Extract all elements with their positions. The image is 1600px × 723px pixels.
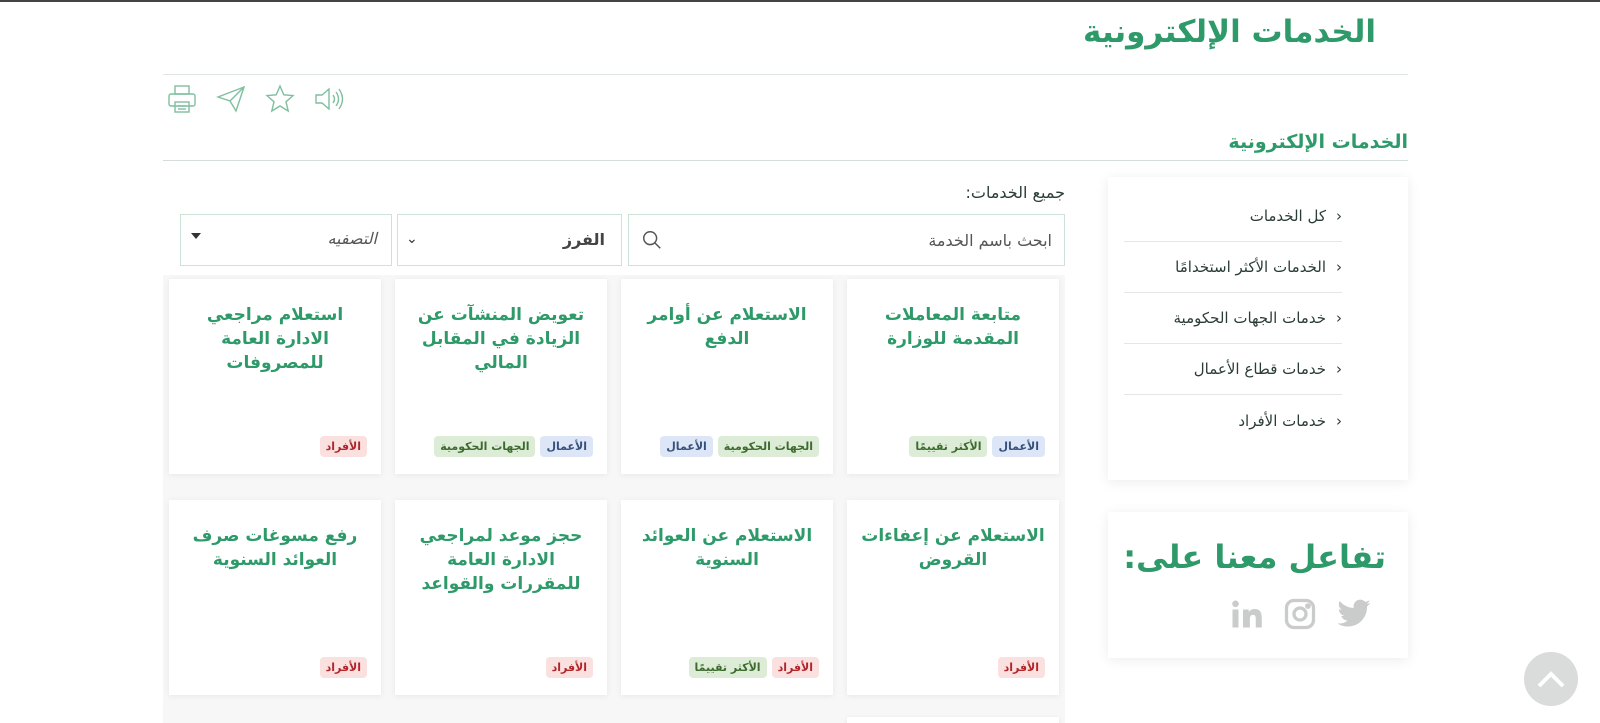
chevron-left-icon: ‹ [1336,258,1342,276]
service-card[interactable]: حجز موعد لمراجعي الادارة العامة للمقررات… [395,500,607,695]
card-tags: الأفراد [545,657,593,678]
sidebar-nav: ‹ كل الخدمات ‹ الخدمات الأكثر استخدامًا … [1108,177,1408,480]
linkedin-icon[interactable] [1228,596,1264,636]
sidebar-item-label: كل الخدمات [1249,207,1326,225]
tag-badge[interactable]: الأكثر تقييمًا [688,657,767,678]
service-card[interactable]: الاستعلام عن العوائد السنوية الأفراد الأ… [621,500,833,695]
tag-badge[interactable]: الأفراد [997,657,1045,678]
sidebar-item-business[interactable]: ‹ خدمات قطاع الأعمال [1124,344,1342,395]
page-tools [166,82,345,116]
card-tags: الأفراد [997,657,1045,678]
tag-badge[interactable]: الأفراد [771,657,819,678]
social-icons [1228,596,1372,636]
tag-badge[interactable]: الأفراد [319,657,367,678]
card-tags: الأفراد [319,436,367,457]
social-box: تفاعل معنا على: [1108,512,1408,658]
tag-badge[interactable]: الأعمال [992,436,1045,457]
search-input[interactable] [672,215,1052,265]
sidebar-item-most-used[interactable]: ‹ الخدمات الأكثر استخدامًا [1124,242,1342,293]
card-tags: الأفراد الأكثر تقييمًا [688,657,819,678]
chevron-down-icon: ⌄ [406,231,418,247]
sidebar-item-label: الخدمات الأكثر استخدامًا [1175,258,1326,276]
tag-badge[interactable]: الأكثر تقييمًا [909,436,988,457]
chevron-left-icon: ‹ [1336,207,1342,225]
sidebar-item-label: خدمات قطاع الأعمال [1193,360,1326,378]
service-card[interactable] [847,717,1059,723]
card-title: رفع مسوغات صرف العوائد السنوية [192,526,358,570]
scroll-to-top-button[interactable] [1524,652,1578,706]
instagram-icon[interactable] [1282,596,1318,636]
filter-select[interactable]: التصفيه [180,214,392,266]
twitter-icon[interactable] [1336,596,1372,636]
tag-badge[interactable]: الجهات الحكومية [717,436,819,457]
chevron-left-icon: ‹ [1336,411,1342,430]
card-tags: الأعمال الجهات الحكومية [434,436,593,457]
all-services-label: جميع الخدمات: [965,183,1065,202]
chevron-up-icon [1537,671,1565,688]
tag-badge[interactable]: الأعمال [540,436,593,457]
card-tags: الأعمال الأكثر تقييمًا [909,436,1045,457]
card-tags: الجهات الحكومية الأعمال [660,436,819,457]
service-card[interactable]: استعلام مراجعي الادارة العامة للمصروفات … [169,279,381,474]
card-title: استعلام مراجعي الادارة العامة للمصروفات [206,305,344,373]
speaker-icon[interactable] [313,83,345,115]
card-title: تعويض المنشآت عن الزيادة في المقابل الما… [417,305,585,373]
card-title: الاستعلام عن أوامر الدفع [647,305,807,349]
sidebar-item-individuals[interactable]: ‹ خدمات الأفراد [1124,395,1342,446]
card-title: حجز موعد لمراجعي الادارة العامة للمقررات… [419,526,583,594]
section-title: الخدمات الإلكترونية [1228,131,1408,153]
sidebar-item-all-services[interactable]: ‹ كل الخدمات [1124,191,1342,242]
social-title: تفاعل معنا على: [1123,538,1386,576]
page-title: الخدمات الإلكترونية [1083,14,1376,50]
service-card[interactable]: تعويض المنشآت عن الزيادة في المقابل الما… [395,279,607,474]
chevron-left-icon: ‹ [1336,360,1342,378]
service-card[interactable]: متابعة المعاملات المقدمة للوزارة الأعمال… [847,279,1059,474]
share-icon[interactable] [215,83,247,115]
tag-badge[interactable]: الأفراد [545,657,593,678]
card-title: الاستعلام عن العوائد السنوية [641,526,813,570]
caret-down-icon [191,233,201,239]
star-icon[interactable] [264,83,296,115]
service-card[interactable]: رفع مسوغات صرف العوائد السنوية الأفراد [169,500,381,695]
chevron-left-icon: ‹ [1336,309,1342,327]
sort-select[interactable]: الفرز ⌄ [397,214,622,266]
tag-badge[interactable]: الأعمال [660,436,713,457]
tag-badge[interactable]: الجهات الحكومية [434,436,536,457]
card-tags: الأفراد [319,657,367,678]
card-title: متابعة المعاملات المقدمة للوزارة [884,305,1022,349]
service-card[interactable]: الاستعلام عن إعفاءات القروض الأفراد [847,500,1059,695]
sort-value: الفرز [562,230,605,249]
sidebar-item-label: خدمات الأفراد [1238,411,1326,430]
card-title: الاستعلام عن إعفاءات القروض [861,526,1045,570]
top-border [0,0,1600,2]
service-card[interactable]: الاستعلام عن أوامر الدفع الجهات الحكومية… [621,279,833,474]
divider [163,74,1408,75]
divider [163,160,1408,161]
search-box [628,214,1065,266]
search-icon[interactable] [641,229,663,251]
printer-icon[interactable] [166,83,198,115]
filter-value: التصفيه [327,229,377,248]
tag-badge[interactable]: الأفراد [319,436,367,457]
sidebar-item-label: خدمات الجهات الحكومية [1173,309,1327,327]
sidebar-item-government[interactable]: ‹ خدمات الجهات الحكومية [1124,293,1342,344]
